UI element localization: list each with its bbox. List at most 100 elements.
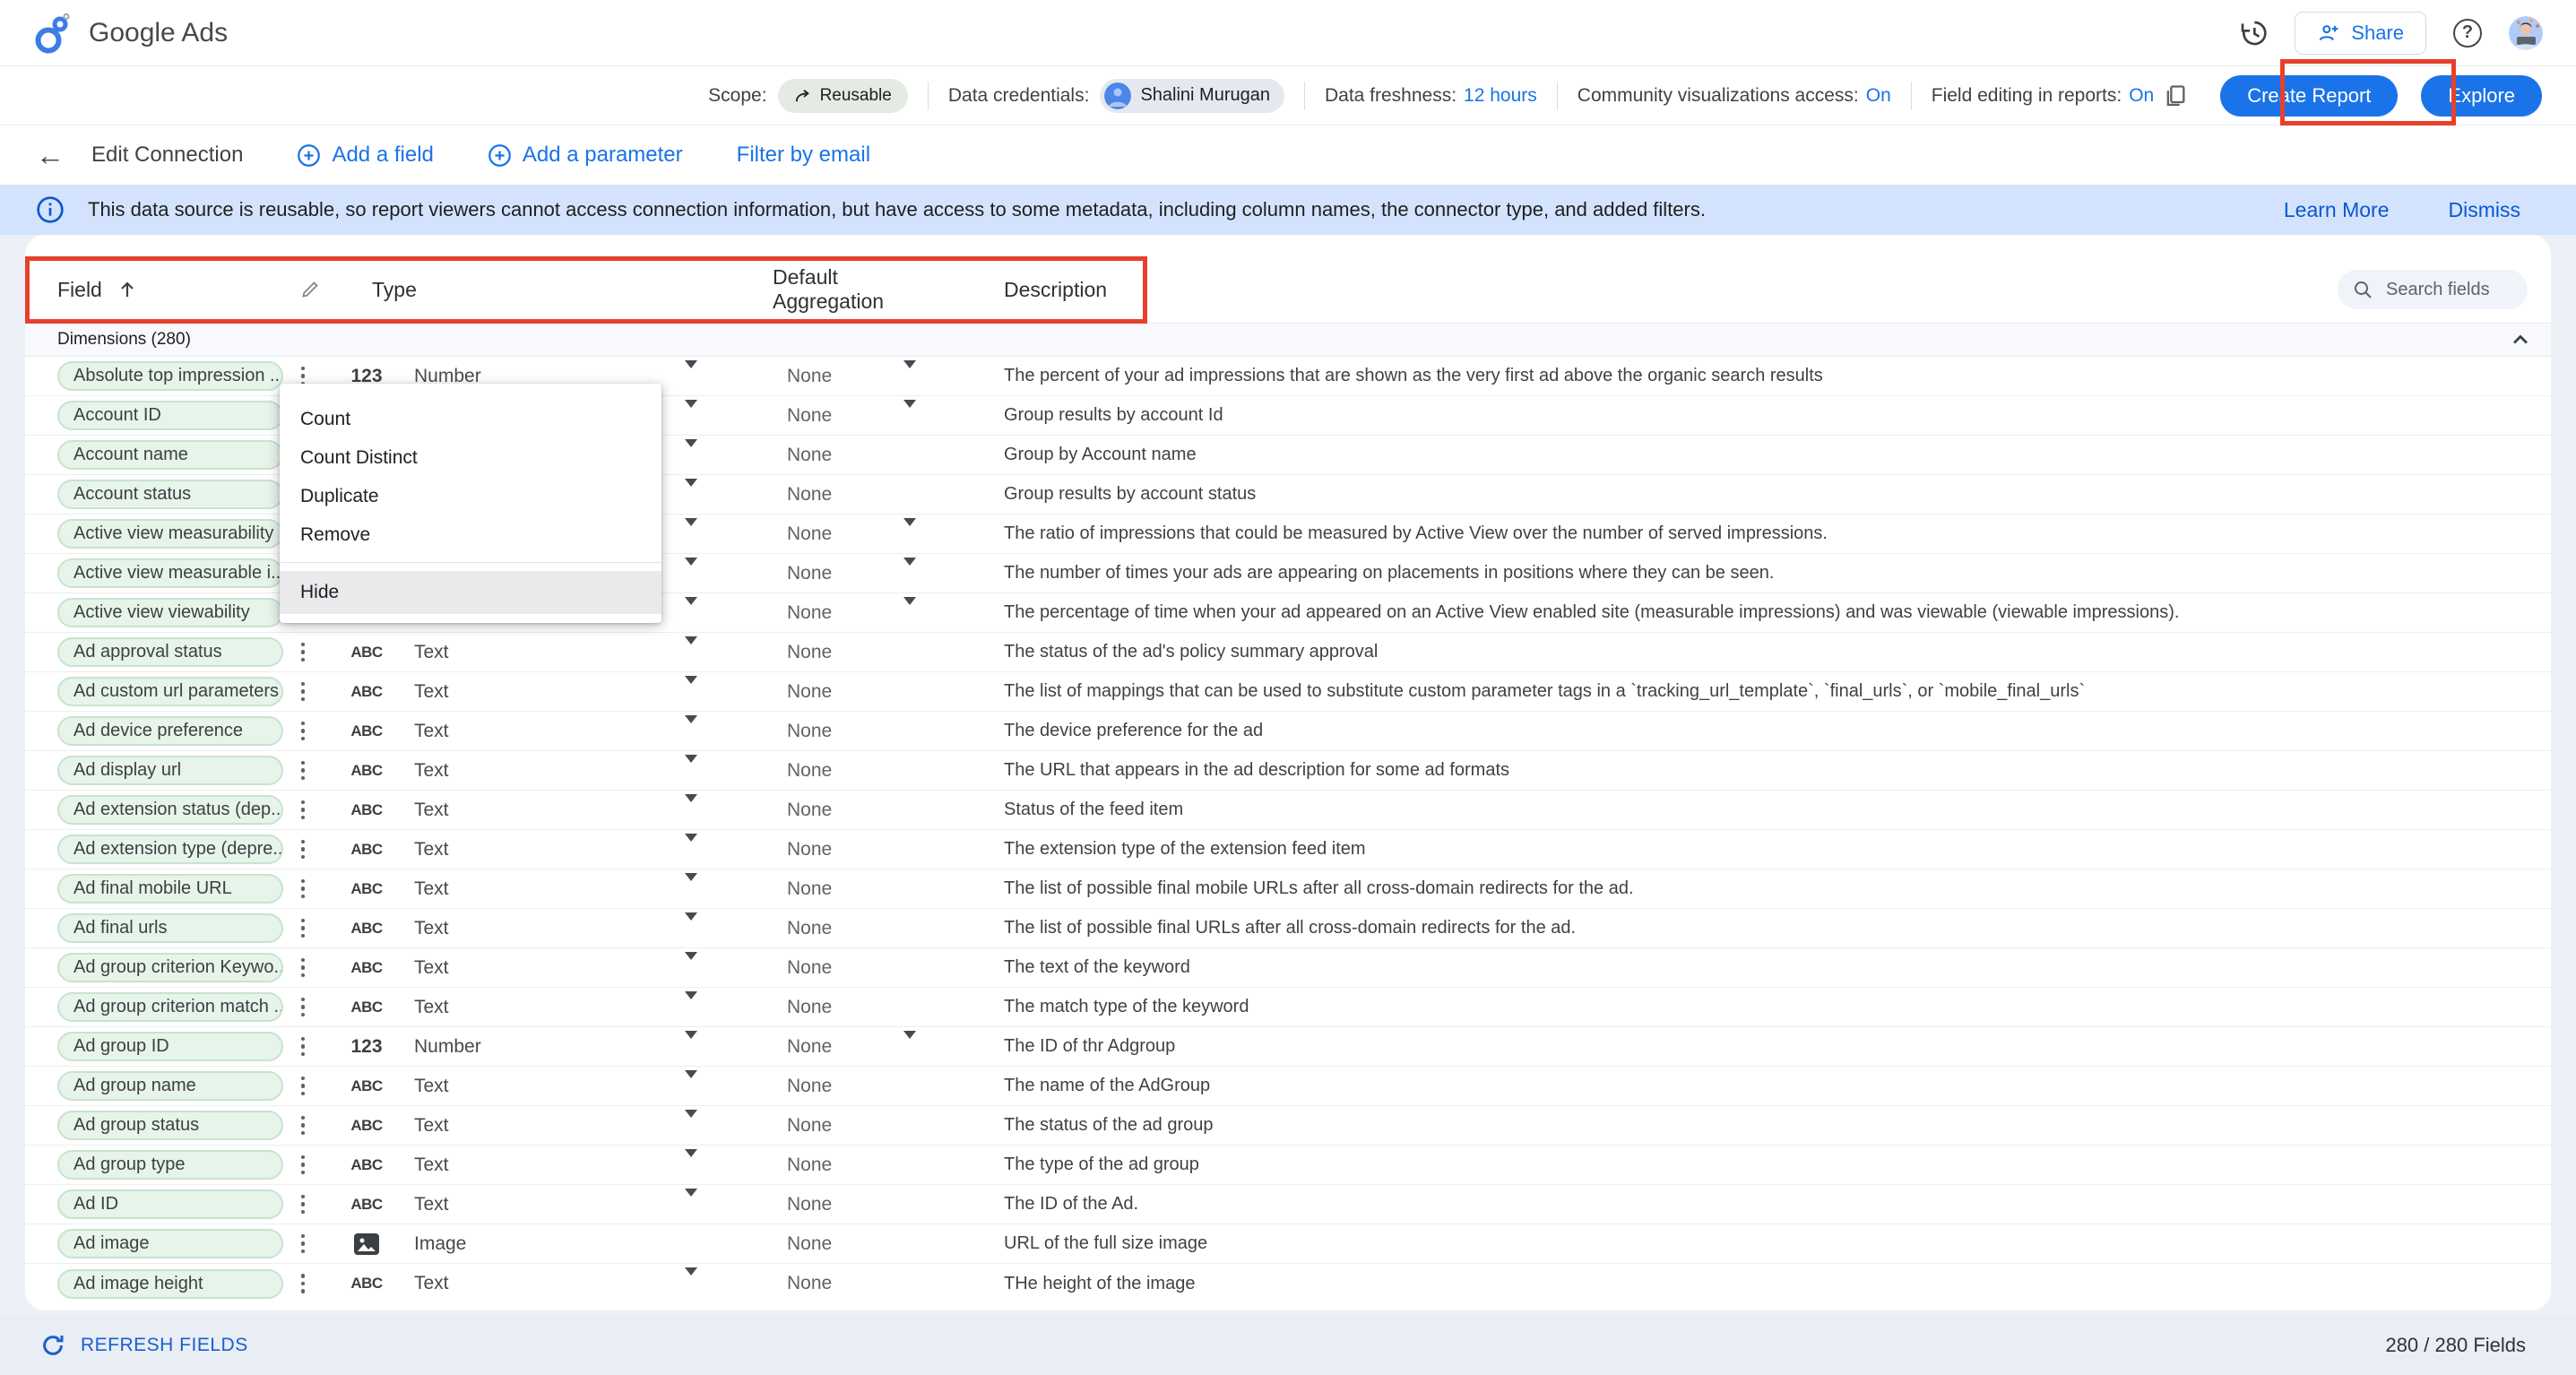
field-pill[interactable]: Ad ID [57,1189,283,1219]
field-pill[interactable]: Ad group type [57,1150,283,1180]
type-dropdown-icon[interactable] [685,1110,697,1133]
more-options-icon[interactable] [293,1037,313,1057]
share-button[interactable]: Share [2295,12,2426,55]
field-pill[interactable]: Ad extension status (dep... [57,795,283,825]
chevron-up-icon[interactable] [2508,327,2533,352]
field-pill[interactable]: Ad device preference [57,716,283,746]
field-column-header[interactable]: Field [57,278,102,302]
more-options-icon[interactable] [293,722,313,741]
type-dropdown-icon[interactable] [685,676,697,699]
field-pill[interactable]: Ad image height [57,1269,283,1299]
field-editing-value[interactable]: On [2129,85,2154,107]
edit-pencil-icon[interactable] [285,279,335,300]
aggregation-dropdown-icon[interactable] [903,1031,916,1054]
more-options-icon[interactable] [293,879,313,899]
field-pill[interactable]: Account status [57,480,283,509]
more-options-icon[interactable] [293,1077,313,1096]
type-dropdown-icon[interactable] [685,1267,697,1291]
more-options-icon[interactable] [293,998,313,1017]
type-dropdown-icon[interactable] [685,479,697,502]
search-fields-input[interactable] [2384,279,2513,301]
field-pill[interactable]: Active view measurability [57,519,283,549]
type-dropdown-icon[interactable] [685,400,697,423]
type-dropdown-icon[interactable] [685,636,697,660]
add-field-button[interactable]: Add a field [297,143,433,168]
field-pill[interactable]: Ad extension type (depre... [57,835,283,864]
aggregation-dropdown-icon[interactable] [903,558,916,581]
search-fields-box[interactable] [2338,270,2528,309]
field-pill[interactable]: Ad group criterion Keywo... [57,953,283,982]
edit-connection-link[interactable]: Edit Connection [91,143,243,168]
field-pill[interactable]: Active view measurable i... [57,558,283,588]
type-dropdown-icon[interactable] [685,873,697,896]
more-options-icon[interactable] [293,840,313,860]
more-options-icon[interactable] [293,1195,313,1215]
explore-button[interactable]: Explore [2421,75,2542,117]
menu-item[interactable]: Duplicate [280,477,661,515]
field-pill[interactable]: Ad image [57,1229,283,1258]
menu-item[interactable]: Count [280,400,661,438]
back-arrow-icon[interactable]: ← [36,141,65,169]
type-dropdown-icon[interactable] [685,1149,697,1172]
more-options-icon[interactable] [293,800,313,820]
aggregation-dropdown-icon[interactable] [903,597,916,620]
field-pill[interactable]: Active view viewability [57,598,283,627]
refresh-fields-button[interactable]: REFRESH FIELDS [39,1332,248,1359]
sort-ascending-icon[interactable] [117,279,138,300]
field-pill[interactable]: Ad group criterion match ... [57,992,283,1022]
aggregation-dropdown-icon[interactable] [903,360,916,384]
menu-item-hide[interactable]: Hide [280,571,661,614]
type-dropdown-icon[interactable] [685,1031,697,1054]
type-dropdown-icon[interactable] [685,991,697,1015]
dismiss-link[interactable]: Dismiss [2449,198,2521,222]
more-options-icon[interactable] [293,761,313,781]
more-options-icon[interactable] [293,919,313,938]
type-dropdown-icon[interactable] [685,439,697,463]
more-options-icon[interactable] [293,682,313,702]
field-pill[interactable]: Ad custom url parameters [57,677,283,706]
field-pill[interactable]: Account name [57,440,283,470]
more-options-icon[interactable] [293,1155,313,1175]
type-dropdown-icon[interactable] [685,597,697,620]
version-history-icon[interactable] [2239,19,2268,48]
type-dropdown-icon[interactable] [685,360,697,384]
credentials-pill[interactable]: Shalini Murugan [1100,79,1284,113]
more-options-icon[interactable] [293,643,313,662]
type-dropdown-icon[interactable] [685,518,697,541]
field-pill[interactable]: Account ID [57,401,283,430]
field-pill[interactable]: Ad group name [57,1071,283,1101]
type-dropdown-icon[interactable] [685,834,697,857]
type-dropdown-icon[interactable] [685,1070,697,1094]
type-dropdown-icon[interactable] [685,952,697,975]
field-pill[interactable]: Ad final urls [57,913,283,943]
user-avatar[interactable] [2509,16,2543,50]
type-dropdown-icon[interactable] [685,794,697,817]
field-pill[interactable]: Absolute top impression ... [57,361,283,391]
community-access-value[interactable]: On [1866,85,1891,107]
scope-pill[interactable]: Reusable [778,79,908,113]
more-options-icon[interactable] [293,1116,313,1136]
learn-more-link[interactable]: Learn More [2284,198,2390,222]
type-dropdown-icon[interactable] [685,1189,697,1212]
add-parameter-button[interactable]: Add a parameter [488,143,683,168]
type-dropdown-icon[interactable] [685,755,697,778]
help-icon[interactable]: ? [2453,19,2482,48]
menu-item[interactable]: Count Distinct [280,438,661,477]
create-report-button[interactable]: Create Report [2220,75,2398,117]
type-dropdown-icon[interactable] [685,558,697,581]
field-pill[interactable]: Ad approval status [57,637,283,667]
menu-item[interactable]: Remove [280,515,661,554]
aggregation-dropdown-icon[interactable] [903,518,916,541]
copy-icon[interactable] [2163,83,2188,108]
field-pill[interactable]: Ad group ID [57,1032,283,1061]
more-options-icon[interactable] [293,1274,313,1293]
aggregation-dropdown-icon[interactable] [903,400,916,423]
type-dropdown-icon[interactable] [685,912,697,936]
freshness-value[interactable]: 12 hours [1464,85,1537,107]
field-pill[interactable]: Ad group status [57,1111,283,1140]
more-options-icon[interactable] [293,958,313,978]
field-pill[interactable]: Ad display url [57,756,283,785]
type-dropdown-icon[interactable] [685,715,697,739]
more-options-icon[interactable] [293,1234,313,1254]
field-pill[interactable]: Ad final mobile URL [57,874,283,904]
